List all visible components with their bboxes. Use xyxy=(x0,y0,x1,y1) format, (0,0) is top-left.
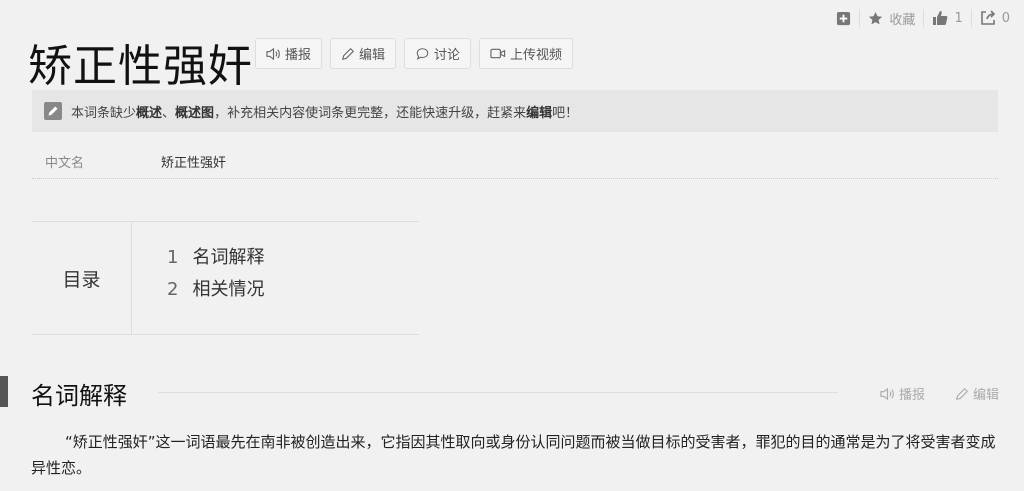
table-of-contents: 目录 1 名词解释 2 相关情况 xyxy=(32,221,419,335)
notice-missing-summary-image: 概述图 xyxy=(175,105,215,121)
section-edit-button[interactable]: 编辑 xyxy=(955,384,999,403)
toc-item-number: 1 xyxy=(167,247,179,268)
pencil-icon xyxy=(955,387,969,401)
speaker-icon xyxy=(266,47,281,61)
section-paragraph: “矫正性强奸”这一词语最先在南非被创造出来，它指因其性取向或身份认同问题而被当做… xyxy=(31,433,996,477)
section-title: 名词解释 xyxy=(31,382,127,410)
upload-video-button[interactable]: 上传视频 xyxy=(479,38,574,69)
share-count: 0 xyxy=(1001,10,1010,26)
top-toolbar: 收藏 1 0 xyxy=(828,8,1018,28)
like-button[interactable]: 1 xyxy=(924,8,970,28)
notice-separator: 、 xyxy=(162,105,176,121)
discuss-label: 讨论 xyxy=(434,48,461,63)
toc-label: 目录 xyxy=(32,222,132,334)
section-actions: 播报 编辑 xyxy=(880,384,999,403)
notice-suffix: 吧！ xyxy=(552,105,579,121)
star-icon xyxy=(868,11,883,26)
incomplete-entry-notice: 本词条缺少 概述、概述图 ，补充相关内容使词条更完整，还能快速升级，赶紧来 编辑 吧！ xyxy=(32,90,998,132)
edit-button[interactable]: 编辑 xyxy=(330,38,397,69)
like-count: 1 xyxy=(954,10,963,26)
toc-item[interactable]: 2 相关情况 xyxy=(167,274,264,306)
chat-bubble-icon xyxy=(415,47,430,61)
info-value: 矫正性强奸 xyxy=(161,156,227,171)
favorite-label: 收藏 xyxy=(889,12,916,28)
notice-middle: ，补充相关内容使词条更完整，还能快速升级，赶紧来 xyxy=(214,105,527,121)
info-key: 中文名 xyxy=(45,156,85,171)
section-edit-label: 编辑 xyxy=(972,388,999,403)
section-divider xyxy=(158,392,838,393)
add-button[interactable] xyxy=(828,8,859,28)
section-play-button[interactable]: 播报 xyxy=(880,384,925,403)
page-title: 矫正性强奸 xyxy=(28,41,253,92)
discuss-button[interactable]: 讨论 xyxy=(404,38,472,69)
speaker-icon xyxy=(880,387,895,401)
share-icon xyxy=(980,10,996,26)
pencil-icon xyxy=(44,102,62,120)
favorite-button[interactable]: 收藏 xyxy=(860,8,923,28)
toc-item[interactable]: 1 名词解释 xyxy=(167,242,264,274)
thumbs-up-icon xyxy=(932,10,948,26)
toc-item-number: 2 xyxy=(167,279,179,300)
basic-info-row: 中文名 矫正性强奸 xyxy=(32,142,998,179)
notice-edit-link[interactable]: 编辑 xyxy=(526,102,552,121)
edit-label: 编辑 xyxy=(359,48,386,63)
share-button[interactable]: 0 xyxy=(972,8,1018,28)
plus-square-icon xyxy=(836,11,851,26)
pencil-icon xyxy=(341,47,355,61)
toc-item-text: 名词解释 xyxy=(192,247,265,268)
section-play-label: 播报 xyxy=(898,388,925,403)
title-actions: 播报 编辑 讨论 上传视频 xyxy=(255,38,574,69)
play-button[interactable]: 播报 xyxy=(255,38,323,69)
notice-prefix: 本词条缺少 xyxy=(71,105,137,121)
upload-video-label: 上传视频 xyxy=(510,48,563,63)
video-camera-icon xyxy=(490,47,506,60)
toc-item-text: 相关情况 xyxy=(192,279,265,300)
notice-missing-summary: 概述 xyxy=(136,105,163,121)
section-marker xyxy=(0,376,8,407)
play-label: 播报 xyxy=(285,48,312,63)
toc-list: 1 名词解释 2 相关情况 xyxy=(132,222,264,334)
